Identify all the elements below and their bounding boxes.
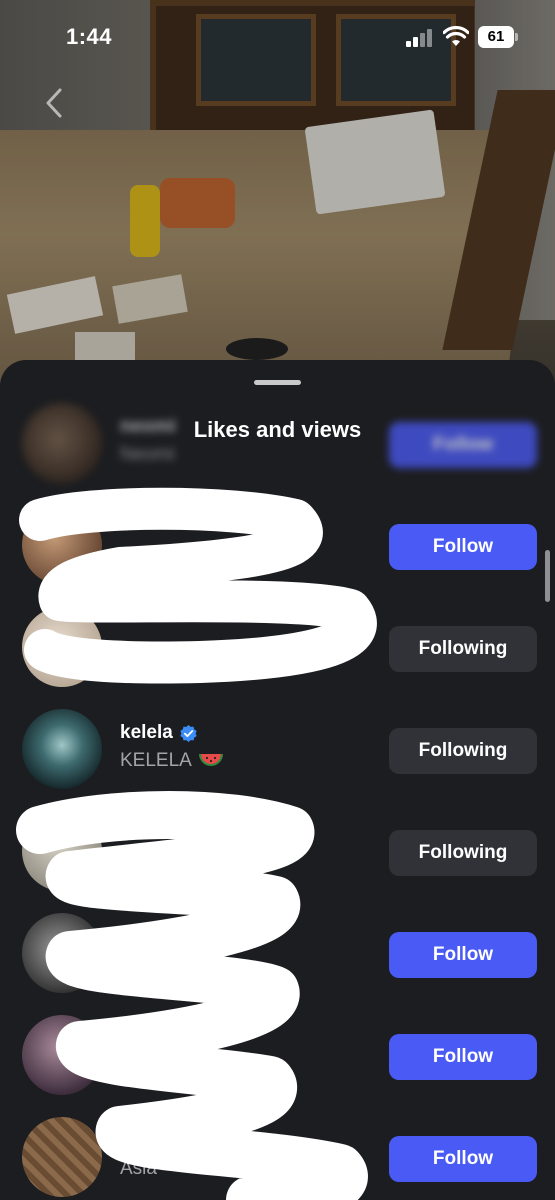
fullname: KELELA <box>120 750 192 771</box>
fullname: a <box>124 954 135 975</box>
avatar[interactable] <box>22 1015 102 1095</box>
avatar[interactable] <box>22 709 102 789</box>
avatar[interactable] <box>22 505 102 585</box>
likes-views-sheet: Likes and views neomi Neomi Follow Follo… <box>0 360 555 1200</box>
avatar[interactable] <box>22 403 102 483</box>
battery-level: 61 <box>478 26 514 48</box>
list-item[interactable]: a Follow <box>0 900 555 1000</box>
fullname: gi <box>120 648 135 669</box>
avatar[interactable] <box>22 913 102 993</box>
following-button[interactable]: Following <box>389 728 537 774</box>
avatar[interactable] <box>22 811 102 891</box>
sheet-title: Likes and views <box>193 417 362 442</box>
fullname: Neomi <box>120 444 175 465</box>
follow-button[interactable]: Follow <box>389 524 537 570</box>
status-time: 1:44 <box>66 24 113 49</box>
avatar[interactable] <box>22 607 102 687</box>
list-item[interactable]: Following <box>0 798 555 898</box>
follow-button[interactable]: Follow <box>389 932 537 978</box>
watermelon-emoji-icon <box>198 754 223 766</box>
cellular-signal-icon <box>406 29 434 47</box>
follow-button[interactable]: Follow <box>389 1034 537 1080</box>
wifi-icon <box>443 26 469 46</box>
list-item[interactable]: Asia Follow <box>0 1104 555 1200</box>
sheet-grabber[interactable] <box>254 380 301 385</box>
following-button[interactable]: Following <box>389 830 537 876</box>
list-item[interactable]: gi Following <box>0 594 555 694</box>
list-item[interactable]: kelela KELELA Following <box>0 696 555 796</box>
list-item[interactable]: Follow <box>0 1002 555 1102</box>
follow-button[interactable]: Follow <box>389 1136 537 1182</box>
status-bar: 1:44 61 <box>0 0 555 74</box>
verified-badge-icon <box>180 724 197 742</box>
avatar[interactable] <box>22 1117 102 1197</box>
list-item[interactable]: Follow <box>0 492 555 592</box>
fullname: Asia <box>120 1158 157 1179</box>
back-chevron-icon[interactable] <box>38 86 68 120</box>
following-button[interactable]: Following <box>389 626 537 672</box>
username: kelela <box>120 722 173 743</box>
battery-icon: 61 <box>478 26 518 48</box>
